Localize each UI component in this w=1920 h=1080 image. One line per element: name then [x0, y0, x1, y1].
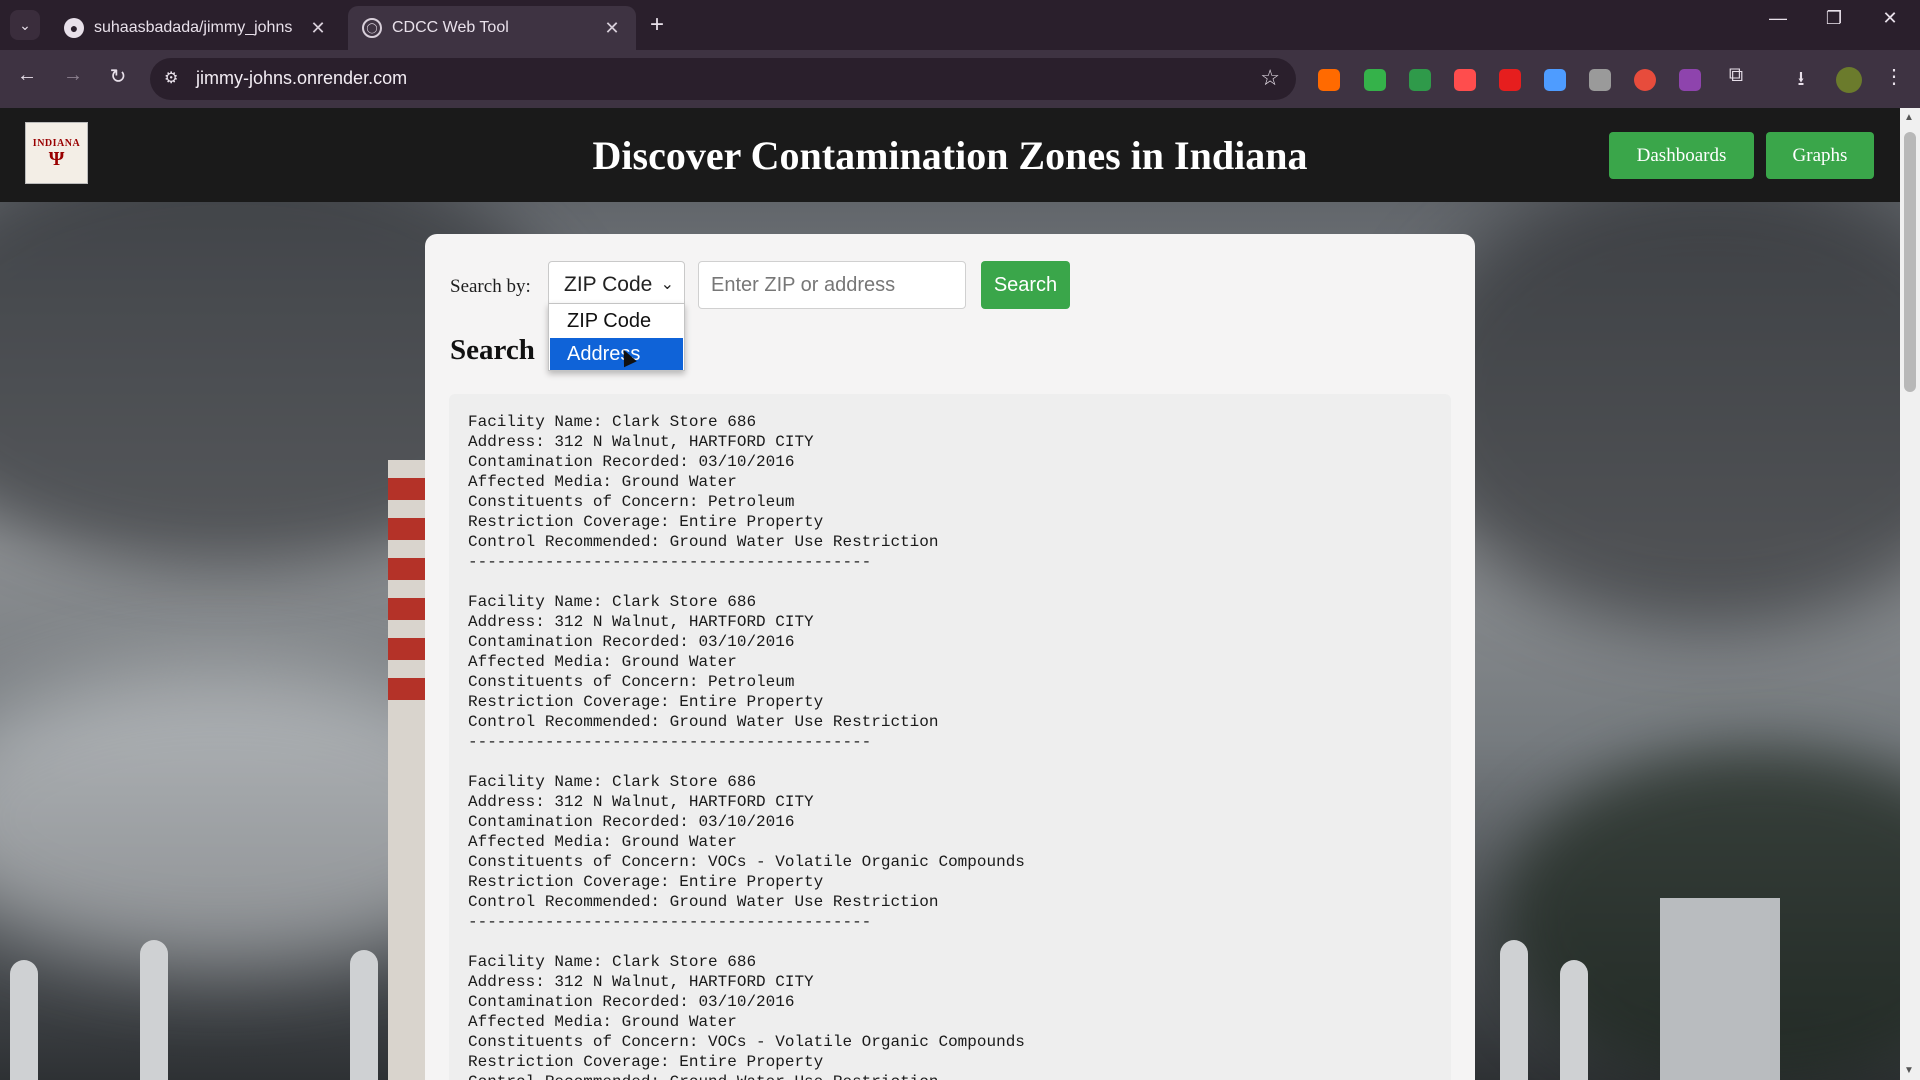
extension-icon[interactable]: [1634, 69, 1656, 91]
globe-icon: ◯: [362, 18, 382, 38]
control-recommended: Control Recommended: Ground Water Use Re…: [468, 533, 939, 551]
browser-tab-active[interactable]: ◯ CDCC Web Tool ✕: [348, 6, 636, 50]
fence-post-image: [10, 960, 38, 1080]
reload-icon[interactable]: ↻: [103, 64, 133, 89]
restriction-coverage: Restriction Coverage: Entire Property: [468, 693, 824, 711]
extension-icon[interactable]: [1409, 69, 1431, 91]
search-button[interactable]: Search: [981, 261, 1070, 309]
browser-tab[interactable]: ● suhaasbadada/jimmy_johns ✕: [50, 6, 342, 50]
building-image: [1660, 898, 1780, 1080]
github-icon: ●: [64, 18, 84, 38]
close-icon[interactable]: ✕: [602, 18, 622, 39]
facility-address: Address: 312 N Walnut, HARTFORD CITY: [468, 973, 814, 991]
search-card: Search by: ZIP Code ⌄ ZIP Code Address S…: [425, 234, 1475, 1080]
restore-icon[interactable]: ❐: [1814, 8, 1854, 29]
facility-address: Address: 312 N Walnut, HARTFORD CITY: [468, 433, 814, 451]
extension-icon[interactable]: [1318, 69, 1340, 91]
extensions-puzzle-icon[interactable]: ⧉: [1722, 64, 1750, 87]
new-tab-icon[interactable]: +: [650, 12, 664, 38]
extension-icon[interactable]: [1454, 69, 1476, 91]
affected-media: Affected Media: Ground Water: [468, 473, 737, 491]
control-recommended: Control Recommended: Ground Water Use Re…: [468, 893, 939, 911]
extension-icon[interactable]: [1679, 69, 1701, 91]
option-zip-code[interactable]: ZIP Code: [550, 305, 683, 337]
bookmark-star-icon[interactable]: ☆: [1260, 65, 1280, 91]
record-divider: ----------------------------------------…: [468, 733, 872, 751]
search-type-select[interactable]: ZIP Code ⌄: [548, 261, 685, 309]
facility-name: Facility Name: Clark Store 686: [468, 413, 757, 431]
background-photo: [1400, 168, 1920, 628]
chevron-down-icon: ⌄: [660, 276, 674, 293]
tab-search-button[interactable]: ⌄: [10, 10, 40, 40]
search-type-dropdown: ZIP Code Address: [548, 303, 685, 371]
contamination-date: Contamination Recorded: 03/10/2016: [468, 633, 795, 651]
fence-post-image: [1500, 940, 1528, 1080]
extension-icon[interactable]: [1544, 69, 1566, 91]
constituents: Constituents of Concern: VOCs - Volatile…: [468, 853, 1025, 871]
results-heading: Search: [450, 334, 535, 366]
control-recommended: Control Recommended: Ground Water Use Re…: [468, 713, 939, 731]
facility-name: Facility Name: Clark Store 686: [468, 953, 757, 971]
extension-icon[interactable]: [1364, 69, 1386, 91]
extension-icon[interactable]: [1589, 69, 1611, 91]
result-record: Facility Name: Clark Store 686 Address: 3…: [468, 592, 1451, 752]
download-icon[interactable]: ⭳: [1787, 64, 1815, 98]
search-by-label: Search by:: [450, 276, 531, 297]
forward-icon[interactable]: →: [58, 64, 88, 87]
scroll-up-icon[interactable]: ▲: [1904, 112, 1914, 123]
facility-address: Address: 312 N Walnut, HARTFORD CITY: [468, 613, 814, 631]
facility-name: Facility Name: Clark Store 686: [468, 593, 757, 611]
contamination-date: Contamination Recorded: 03/10/2016: [468, 453, 795, 471]
restriction-coverage: Restriction Coverage: Entire Property: [468, 1053, 824, 1071]
result-record: Facility Name: Clark Store 686 Address: 3…: [468, 412, 1451, 572]
restriction-coverage: Restriction Coverage: Entire Property: [468, 873, 824, 891]
smokestack-image: [388, 460, 430, 1080]
tab-title: CDCC Web Tool: [392, 19, 509, 36]
affected-media: Affected Media: Ground Water: [468, 833, 737, 851]
graphs-button[interactable]: Graphs: [1766, 132, 1874, 179]
dashboards-button[interactable]: Dashboards: [1609, 132, 1754, 179]
minimize-icon[interactable]: —: [1758, 8, 1798, 29]
close-icon[interactable]: ✕: [308, 18, 328, 39]
back-icon[interactable]: ←: [12, 64, 42, 87]
scroll-down-icon[interactable]: ▼: [1904, 1065, 1914, 1076]
record-divider: ----------------------------------------…: [468, 913, 872, 931]
fence-post-image: [350, 950, 378, 1080]
tab-title: suhaasbadada/jimmy_johns: [94, 19, 293, 36]
constituents: Constituents of Concern: Petroleum: [468, 673, 795, 691]
extension-icon[interactable]: [1499, 69, 1521, 91]
scrollbar-thumb[interactable]: [1904, 132, 1916, 392]
window-close-icon[interactable]: ✕: [1870, 8, 1910, 29]
fence-post-image: [1560, 960, 1588, 1080]
browser-tab-bar: ⌄ ● suhaasbadada/jimmy_johns ✕ ◯ CDCC We…: [0, 0, 1920, 50]
search-type-value: ZIP Code: [564, 273, 653, 296]
affected-media: Affected Media: Ground Water: [468, 1013, 737, 1031]
restriction-coverage: Restriction Coverage: Entire Property: [468, 513, 824, 531]
constituents: Constituents of Concern: Petroleum: [468, 493, 795, 511]
page-scrollbar[interactable]: ▲ ▼: [1900, 108, 1920, 1080]
record-divider: ----------------------------------------…: [468, 553, 872, 571]
site-settings-icon[interactable]: ⚙: [164, 68, 178, 88]
option-address[interactable]: Address: [550, 338, 683, 370]
result-record: Facility Name: Clark Store 686 Address: 3…: [468, 772, 1451, 932]
result-record: Facility Name: Clark Store 686 Address: 3…: [468, 952, 1451, 1080]
fence-post-image: [140, 940, 168, 1080]
affected-media: Affected Media: Ground Water: [468, 653, 737, 671]
contamination-date: Contamination Recorded: 03/10/2016: [468, 993, 795, 1011]
browser-toolbar: ← → ↻ ⚙ jimmy-johns.onrender.com ☆ ⧉ ⭳ ⋮: [0, 50, 1920, 108]
constituents: Constituents of Concern: VOCs - Volatile…: [468, 1033, 1025, 1051]
facility-address: Address: 312 N Walnut, HARTFORD CITY: [468, 793, 814, 811]
address-bar[interactable]: ⚙ jimmy-johns.onrender.com ☆: [150, 58, 1296, 100]
page-viewport: INDIANA Ψ Discover Contamination Zones i…: [0, 108, 1920, 1080]
url-text: jimmy-johns.onrender.com: [196, 68, 408, 88]
profile-avatar[interactable]: [1836, 67, 1862, 93]
browser-menu-icon[interactable]: ⋮: [1880, 64, 1908, 89]
contamination-date: Contamination Recorded: 03/10/2016: [468, 813, 795, 831]
search-input[interactable]: [698, 261, 966, 309]
facility-name: Facility Name: Clark Store 686: [468, 773, 757, 791]
site-header: INDIANA Ψ Discover Contamination Zones i…: [0, 108, 1900, 202]
results-list: Facility Name: Clark Store 686 Address: 3…: [449, 394, 1451, 1080]
control-recommended: Control Recommended: Ground Water Use Re…: [468, 1072, 1451, 1080]
